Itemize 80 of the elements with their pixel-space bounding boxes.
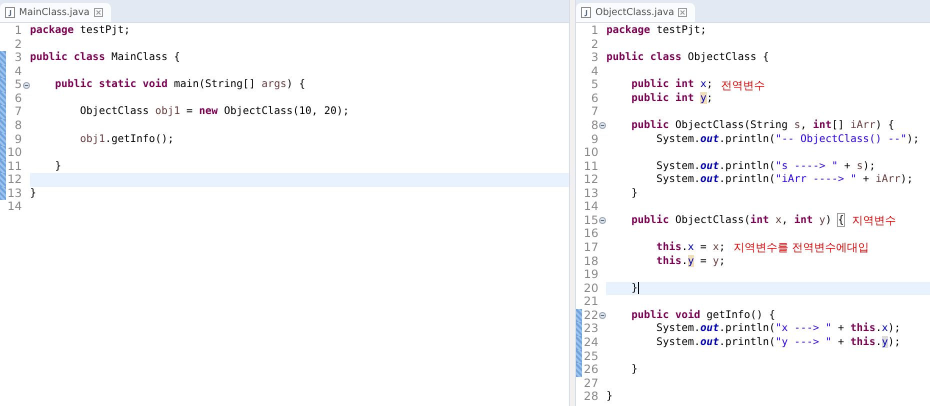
code-line: } <box>630 282 638 296</box>
code-line: this.y = y; <box>655 254 726 268</box>
code-line: } <box>606 390 613 404</box>
line-number: 7 <box>14 105 22 119</box>
line-number: 16 <box>582 227 598 241</box>
close-icon[interactable] <box>678 8 688 17</box>
annotation-text: 지역변수 <box>852 214 896 228</box>
code-line: } <box>30 186 36 200</box>
code-line: public ObjectClass(int x, int y) { <box>630 214 844 228</box>
line-number: 10 <box>582 146 598 160</box>
code-line: obj1.getInfo(); <box>79 132 174 146</box>
collapse-icon[interactable] <box>598 312 606 320</box>
line-number: 23 <box>582 322 598 336</box>
close-icon[interactable] <box>94 8 103 17</box>
java-file-icon <box>5 7 15 18</box>
line-number: 13 <box>6 186 22 200</box>
line-number: 8 <box>14 118 22 132</box>
line-number: 9 <box>590 132 598 146</box>
annotation-text: 전역변수 <box>720 78 765 92</box>
line-number: 1 <box>590 24 598 38</box>
line-number: 9 <box>14 132 22 146</box>
code-line: public void getInfo() { <box>630 308 776 322</box>
line-number: 3 <box>14 51 22 65</box>
line-number: 20 <box>582 282 598 296</box>
collapse-icon[interactable] <box>598 122 606 130</box>
line-number: 14 <box>6 200 22 214</box>
line-number: 22 <box>582 308 598 322</box>
java-file-icon <box>581 7 592 18</box>
code-line: System.out.println("s ----> " + s); <box>655 160 876 174</box>
line-number: 13 <box>582 186 598 200</box>
code-line: public int x; <box>630 78 713 92</box>
line-number: 5 <box>14 78 22 92</box>
code-line: System.out.println("x ---> " + this.x); <box>655 322 900 336</box>
line-number: 11 <box>582 160 598 174</box>
line-number: 7 <box>590 105 598 119</box>
line-number: 6 <box>590 92 598 106</box>
line-number: 27 <box>582 376 598 390</box>
line-number: 4 <box>14 64 22 78</box>
line-number: 24 <box>582 336 598 350</box>
line-number: 12 <box>6 173 22 187</box>
code-line: System.out.println("y ---> " + this.y); <box>655 336 900 350</box>
code-line: } <box>630 363 638 377</box>
code-line: ObjectClass obj1 = new ObjectClass(10, 20); <box>79 105 350 119</box>
line-number: 28 <box>582 390 598 404</box>
code-line: public int y; <box>630 92 713 106</box>
code-line: package testPjt; <box>30 24 130 38</box>
line-number: 3 <box>590 51 598 65</box>
line-number: 18 <box>582 254 598 268</box>
annotation-text: 지역변수를 전역변수에대입 <box>733 241 869 254</box>
line-number: 8 <box>590 118 598 132</box>
line-number: 2 <box>590 38 598 52</box>
line-number: 2 <box>14 38 22 52</box>
line-number: 21 <box>582 295 598 309</box>
code-line: public class MainClass { <box>30 51 180 65</box>
line-number: 4 <box>590 64 598 78</box>
code-line: System.out.println("-- ObjectClass() --"); <box>655 132 920 146</box>
code-line: this.x = x; <box>655 241 726 255</box>
code-line: public static void main(String[] args) { <box>54 78 306 92</box>
editor-tab[interactable]: ObjectClass.java <box>576 3 696 22</box>
code-line: } <box>630 186 638 200</box>
collapse-icon[interactable] <box>598 217 606 224</box>
line-number: 5 <box>590 78 598 92</box>
line-number: 1 <box>14 24 22 38</box>
line-number: 11 <box>6 160 22 174</box>
collapse-icon[interactable] <box>22 82 30 89</box>
code-line: public class ObjectClass { <box>606 51 770 65</box>
code-line: System.out.println("iArr ----> " + iArr); <box>655 173 913 187</box>
line-number: 19 <box>582 268 598 282</box>
code-line: } <box>54 160 62 174</box>
code-line: public ObjectClass(String s, int[] iArr) { <box>630 118 894 132</box>
line-number: 12 <box>582 173 598 187</box>
line-number: 14 <box>582 200 598 214</box>
line-number: 25 <box>582 350 598 364</box>
line-number: 6 <box>14 92 22 106</box>
line-number: 15 <box>582 214 598 228</box>
editor-tab[interactable]: MainClass.java <box>0 3 111 22</box>
code-line: package testPjt; <box>606 24 706 38</box>
line-number: 10 <box>6 146 22 160</box>
line-number: 26 <box>582 363 598 377</box>
line-number: 17 <box>582 241 598 255</box>
